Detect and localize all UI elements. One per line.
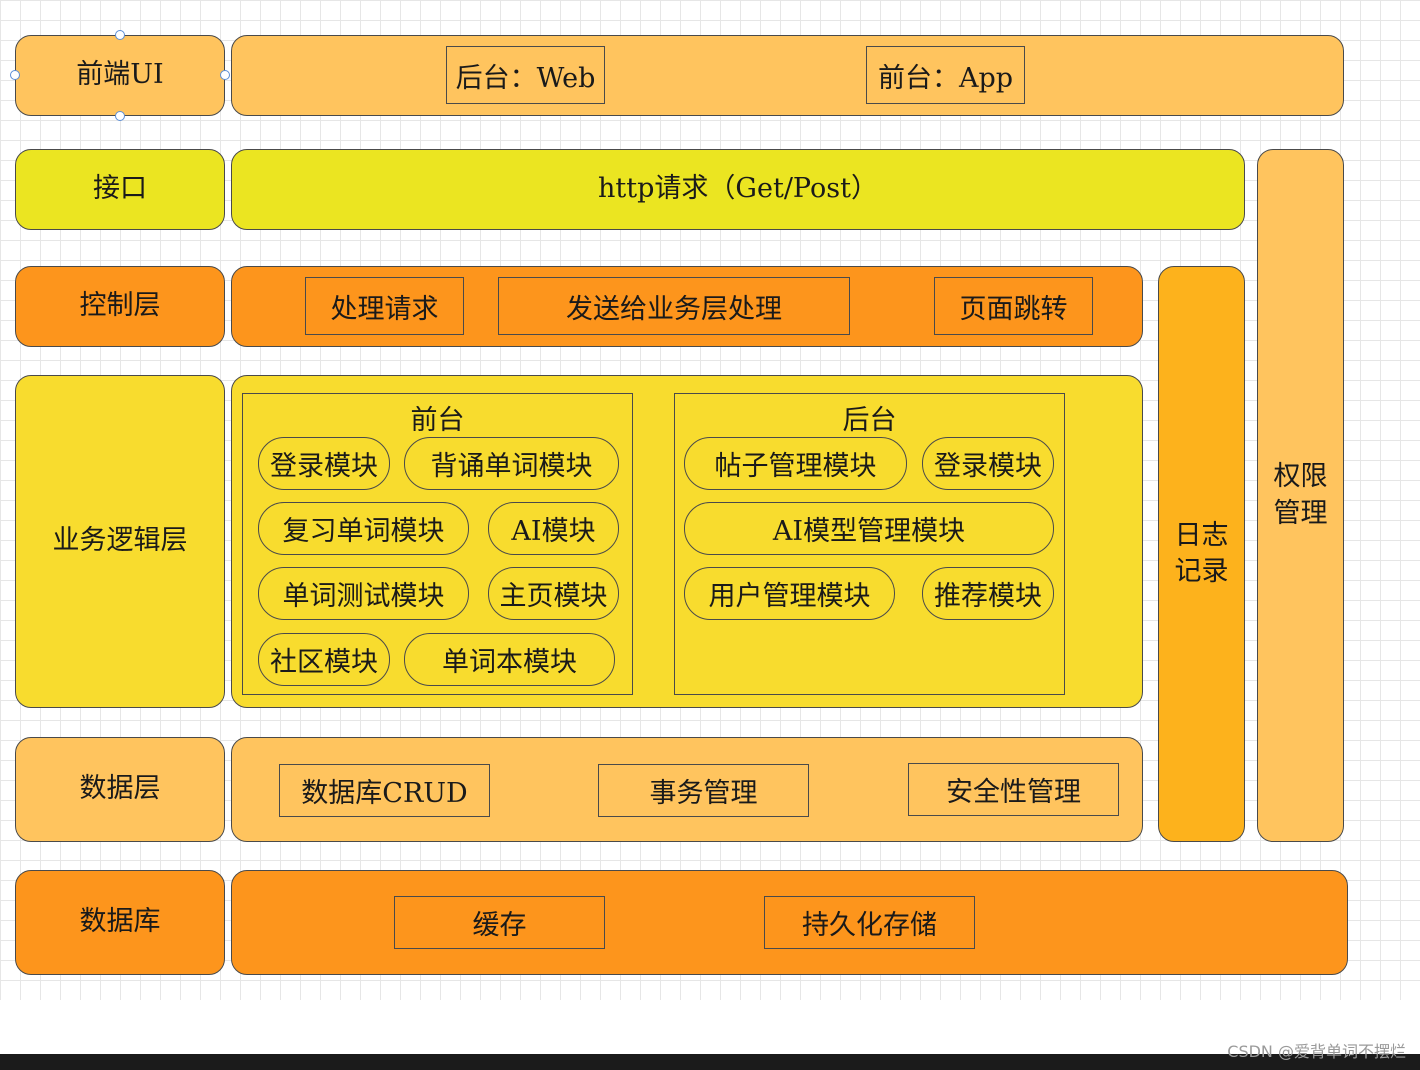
data-item-crud: 数据库CRUD <box>279 764 490 817</box>
business-layer-label-text: 业务逻辑层 <box>52 525 188 557</box>
back-module-recommendation: 推荐模块 <box>922 567 1054 620</box>
interface-panel: http请求（Get/Post） <box>231 149 1245 230</box>
permission-management-box: 权限 管理 <box>1257 149 1344 842</box>
control-item-send-to-business: 发送给业务层处理 <box>498 277 850 335</box>
log-record-box: 日志 记录 <box>1158 266 1245 842</box>
interface-label: 接口 <box>15 149 225 230</box>
data-layer-label-text: 数据层 <box>79 773 161 805</box>
csdn-watermark: CSDN @爱背单词不摆烂 <box>1227 1042 1406 1061</box>
selection-handle-right[interactable] <box>220 70 230 80</box>
frontend-ui-label[interactable]: 前端UI <box>15 35 225 116</box>
back-module-login: 登录模块 <box>922 437 1054 490</box>
permission-line-2: 管理 <box>1273 497 1328 529</box>
control-layer-label-text: 控制层 <box>79 290 161 322</box>
http-request-text: http请求（Get/Post） <box>598 173 878 205</box>
database-item-cache: 缓存 <box>394 896 605 949</box>
diagram-canvas: 前端UI 后台：Web 前台：App 接口 http请求（Get/Post） 权… <box>0 0 1420 1000</box>
frontend-item-app: 前台：App <box>866 46 1025 104</box>
front-module-login: 登录模块 <box>258 437 390 490</box>
back-module-ai-model-management: AI模型管理模块 <box>684 502 1054 555</box>
front-module-community: 社区模块 <box>258 633 390 686</box>
data-layer-label: 数据层 <box>15 737 225 842</box>
control-item-handle-request: 处理请求 <box>305 277 464 335</box>
permission-line-1: 权限 <box>1273 461 1328 493</box>
data-item-security: 安全性管理 <box>908 763 1119 816</box>
front-module-ai: AI模块 <box>488 502 619 555</box>
frontend-ui-panel <box>231 35 1344 116</box>
frontend-ui-label-text: 前端UI <box>76 59 164 91</box>
selection-handle-bottom[interactable] <box>115 111 125 121</box>
business-layer-label: 业务逻辑层 <box>15 375 225 708</box>
back-module-post-management: 帖子管理模块 <box>684 437 907 490</box>
business-front-title: 前台 <box>410 405 465 436</box>
data-item-transaction: 事务管理 <box>598 764 809 817</box>
log-line-2: 记录 <box>1174 556 1229 587</box>
front-module-home: 主页模块 <box>488 567 619 620</box>
front-module-word-test: 单词测试模块 <box>258 567 469 620</box>
frontend-item-web: 后台：Web <box>446 46 605 104</box>
selection-handle-left[interactable] <box>10 70 20 80</box>
front-module-wordbook: 单词本模块 <box>404 633 615 686</box>
interface-label-text: 接口 <box>93 173 147 205</box>
business-back-title: 后台 <box>842 405 897 436</box>
control-item-page-redirect: 页面跳转 <box>934 277 1093 335</box>
database-item-persistent-storage: 持久化存储 <box>764 896 975 949</box>
control-layer-label: 控制层 <box>15 266 225 347</box>
selection-handle-top[interactable] <box>115 30 125 40</box>
log-line-1: 日志 <box>1174 519 1229 551</box>
database-label: 数据库 <box>15 870 225 975</box>
front-module-recite-words: 背诵单词模块 <box>404 437 619 490</box>
front-module-review-words: 复习单词模块 <box>258 502 469 555</box>
taskbar-strip <box>0 1054 1420 1070</box>
database-label-text: 数据库 <box>79 906 161 938</box>
back-module-user-management: 用户管理模块 <box>684 567 895 620</box>
